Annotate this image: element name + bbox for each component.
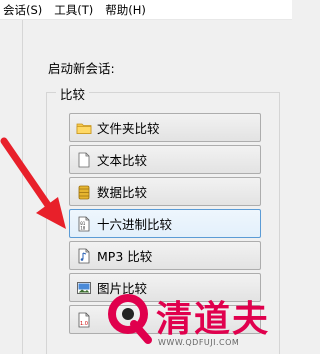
hex-compare-label: 十六进制比较 [97,217,173,232]
menu-bar: 会话(S) 工具(T) 帮助(H) [0,0,292,20]
version-file-icon: 1.0 [76,312,92,328]
database-icon [76,184,92,200]
folder-compare-button[interactable]: 文件夹比较 [69,113,261,142]
svg-text:10: 10 [80,225,86,230]
folder-compare-label: 文件夹比较 [97,121,160,136]
hex-file-icon: 01 10 [76,216,92,232]
picture-icon [76,280,92,296]
watermark-url: WWW.QDFUJI.COM [158,338,240,347]
music-file-icon [76,248,92,264]
mp3-compare-button[interactable]: MP3 比较 [69,241,261,270]
text-file-icon [76,152,92,168]
data-compare-label: 数据比较 [97,185,148,200]
watermark: 清道夫 WWW.QDFUJI.COM [108,292,292,354]
menu-help[interactable]: 帮助(H) [101,2,150,18]
menu-session[interactable]: 会话(S) [0,2,46,18]
watermark-text: 清道夫 [156,299,271,340]
hex-compare-button[interactable]: 01 10 十六进制比较 [69,209,261,238]
watermark-logo-icon [108,294,152,344]
folder-icon [76,120,92,136]
compare-group-title: 比较 [56,84,90,103]
text-compare-label: 文本比较 [97,153,148,168]
data-compare-button[interactable]: 数据比较 [69,177,261,206]
start-new-session-label: 启动新会话: [48,61,115,76]
svg-text:1.0: 1.0 [80,321,88,327]
red-arrow-icon [0,137,66,229]
app-window: 会话(S) 工具(T) 帮助(H) 启动新会话: 比较 文件夹比较 文本比较 数… [0,0,292,354]
text-compare-button[interactable]: 文本比较 [69,145,261,174]
mp3-compare-label: MP3 比较 [97,249,153,264]
menu-tools[interactable]: 工具(T) [50,2,97,18]
